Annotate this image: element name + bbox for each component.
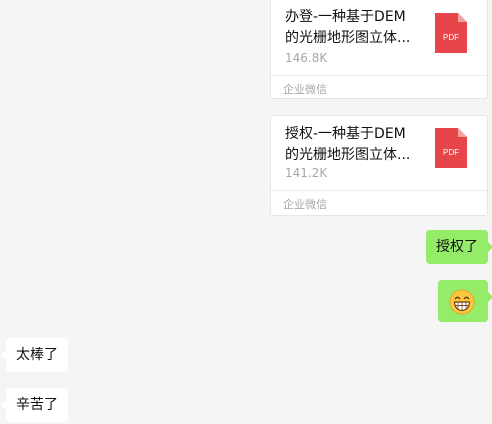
file-message-card[interactable]: 办登-一种基于DEM的光栅地形图立体... 146.8K PDF 企业微信 (270, 0, 488, 99)
file-card-footer: 企业微信 (271, 190, 487, 215)
incoming-message-bubble[interactable]: 辛苦了 (1, 388, 68, 422)
file-card-body: 办登-一种基于DEM的光栅地形图立体... 146.8K PDF (271, 0, 487, 73)
file-source-label: 企业微信 (283, 83, 327, 96)
file-card-footer: 企业微信 (271, 75, 487, 100)
pdf-label: PDF (443, 33, 459, 42)
message-text: 辛苦了 (16, 397, 58, 413)
outgoing-emoji-bubble[interactable] (438, 280, 492, 322)
pdf-file-icon: PDF (435, 13, 467, 53)
pdf-label: PDF (443, 148, 459, 157)
file-name: 办登-一种基于DEM的光栅地形图立体... (285, 9, 411, 46)
file-source-label: 企业微信 (283, 198, 327, 211)
file-name: 授权-一种基于DEM的光栅地形图立体... (285, 126, 411, 163)
pdf-file-icon: PDF (435, 128, 467, 168)
outgoing-message-bubble[interactable]: 授权了 (426, 230, 492, 264)
file-size: 141.2K (285, 166, 328, 180)
grinning-face-icon (449, 289, 475, 315)
file-message-card[interactable]: 授权-一种基于DEM的光栅地形图立体... 141.2K PDF 企业微信 (270, 115, 488, 216)
file-card-body: 授权-一种基于DEM的光栅地形图立体... 141.2K PDF (271, 116, 487, 190)
chat-panel: 办登-一种基于DEM的光栅地形图立体... 146.8K PDF 企业微信 授权… (0, 0, 492, 424)
incoming-message-bubble[interactable]: 太棒了 (1, 338, 68, 372)
file-size: 146.8K (285, 51, 328, 65)
message-text: 太棒了 (16, 347, 58, 363)
message-text: 授权了 (436, 239, 478, 255)
